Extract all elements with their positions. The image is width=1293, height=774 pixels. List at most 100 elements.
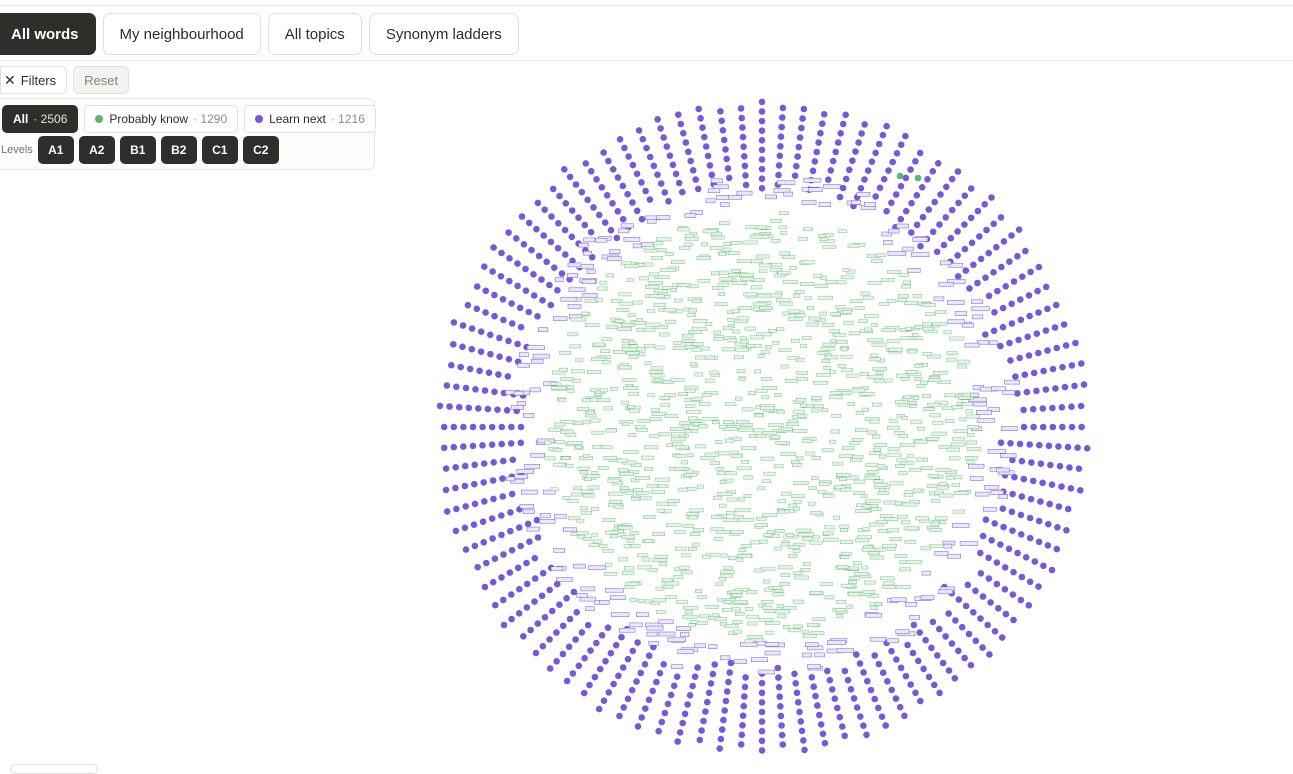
word-node-learn-next[interactable] — [896, 703, 904, 711]
word-label-probably-know[interactable] — [862, 590, 876, 594]
word-node-learn-next[interactable] — [561, 226, 569, 234]
word-label-probably-know[interactable] — [602, 518, 616, 522]
word-node-learn-next[interactable] — [1020, 423, 1028, 431]
word-node-learn-next[interactable] — [633, 678, 640, 685]
word-node-learn-next[interactable] — [582, 160, 590, 167]
word-label-probably-know[interactable] — [620, 486, 629, 490]
word-node-learn-next[interactable] — [480, 539, 488, 546]
word-label-probably-know[interactable] — [894, 501, 902, 506]
word-label-probably-know[interactable] — [692, 342, 704, 346]
word-node-learn-next[interactable] — [724, 165, 732, 172]
word-label-probably-know[interactable] — [965, 460, 975, 465]
word-label-probably-know[interactable] — [735, 396, 743, 401]
word-node-learn-next[interactable] — [825, 176, 832, 183]
word-node-learn-next[interactable] — [775, 674, 782, 681]
word-node-learn-next[interactable] — [1049, 365, 1057, 373]
word-node-learn-next[interactable] — [901, 712, 908, 720]
word-label-probably-know[interactable] — [586, 410, 595, 415]
word-node-learn-next[interactable] — [1044, 305, 1051, 313]
word-node-learn-next[interactable] — [534, 620, 542, 627]
word-node-learn-next[interactable] — [1022, 247, 1029, 255]
word-label-probably-know[interactable] — [737, 316, 750, 321]
word-node-learn-next[interactable] — [489, 477, 497, 484]
word-label-probably-know[interactable] — [600, 445, 613, 450]
word-node-learn-next[interactable] — [596, 665, 604, 673]
word-node-learn-next[interactable] — [722, 697, 730, 705]
word-label-probably-know[interactable] — [585, 474, 601, 479]
word-node-learn-next[interactable] — [958, 623, 966, 631]
word-node-learn-next[interactable] — [907, 681, 914, 688]
word-node-learn-next[interactable] — [686, 692, 694, 699]
word-label-probably-know[interactable] — [887, 528, 899, 533]
word-label-probably-know[interactable] — [822, 244, 837, 249]
word-label-probably-know[interactable] — [624, 585, 635, 589]
word-label-learn-next[interactable] — [940, 260, 952, 266]
word-label-learn-next[interactable] — [803, 177, 822, 183]
word-node-learn-next[interactable] — [972, 587, 979, 595]
word-node-learn-next[interactable] — [817, 721, 825, 728]
word-node-learn-next[interactable] — [892, 695, 900, 702]
word-label-learn-next[interactable] — [902, 246, 914, 252]
word-node-learn-next[interactable] — [928, 644, 935, 652]
word-node-learn-next[interactable] — [1029, 477, 1037, 485]
word-label-probably-know[interactable] — [682, 339, 695, 343]
word-node-learn-next[interactable] — [907, 166, 914, 173]
word-label-probably-know[interactable] — [683, 606, 699, 610]
word-node-learn-next[interactable] — [547, 301, 555, 309]
word-label-probably-know[interactable] — [652, 532, 665, 536]
word-label-probably-know[interactable] — [644, 343, 655, 348]
word-node-learn-next[interactable] — [1014, 252, 1021, 260]
word-node-learn-next[interactable] — [998, 634, 1006, 641]
word-node-learn-next[interactable] — [718, 726, 726, 733]
word-label-probably-know[interactable] — [736, 259, 752, 264]
word-node-learn-next[interactable] — [530, 271, 537, 278]
word-label-probably-know[interactable] — [562, 496, 571, 500]
word-label-learn-next[interactable] — [764, 642, 779, 647]
word-node-learn-next[interactable] — [979, 532, 987, 540]
word-label-learn-next[interactable] — [679, 632, 690, 637]
word-label-probably-know[interactable] — [872, 402, 882, 407]
word-label-probably-know[interactable] — [761, 377, 772, 381]
word-node-learn-next[interactable] — [741, 153, 748, 160]
word-label-probably-know[interactable] — [636, 491, 649, 496]
word-node-learn-next[interactable] — [1035, 349, 1042, 357]
word-label-probably-know[interactable] — [683, 524, 695, 528]
word-label-probably-know[interactable] — [788, 554, 798, 558]
word-label-probably-know[interactable] — [914, 377, 922, 381]
word-label-probably-know[interactable] — [932, 421, 943, 425]
word-label-probably-know[interactable] — [709, 370, 719, 375]
word-label-probably-know[interactable] — [665, 595, 677, 599]
word-label-probably-know[interactable] — [966, 447, 982, 451]
word-label-probably-know[interactable] — [938, 482, 947, 486]
word-node-learn-next[interactable] — [1023, 388, 1031, 396]
word-node-learn-next[interactable] — [1037, 498, 1044, 505]
word-node-learn-next[interactable] — [888, 199, 895, 207]
word-node-learn-next[interactable] — [991, 520, 998, 527]
word-label-probably-know[interactable] — [628, 313, 636, 318]
word-label-learn-next[interactable] — [513, 390, 525, 396]
word-node-learn-next[interactable] — [1017, 511, 1025, 519]
word-label-probably-know[interactable] — [740, 339, 749, 344]
word-node-learn-next[interactable] — [1008, 508, 1016, 516]
word-node-learn-next[interactable] — [977, 615, 984, 622]
word-node-learn-next[interactable] — [796, 134, 804, 141]
word-label-probably-know[interactable] — [553, 462, 566, 467]
word-label-probably-know[interactable] — [853, 479, 866, 484]
word-label-probably-know[interactable] — [859, 392, 875, 396]
word-label-probably-know[interactable] — [952, 436, 965, 441]
word-node-learn-next[interactable] — [856, 660, 864, 667]
word-label-probably-know[interactable] — [823, 537, 839, 542]
word-node-learn-next[interactable] — [505, 337, 512, 345]
word-label-learn-next[interactable] — [952, 523, 970, 528]
word-node-learn-next[interactable] — [508, 423, 515, 431]
word-label-probably-know[interactable] — [818, 234, 826, 238]
word-node-learn-next[interactable] — [999, 323, 1007, 331]
word-label-probably-know[interactable] — [822, 448, 834, 453]
word-label-learn-next[interactable] — [579, 596, 596, 602]
word-node-learn-next[interactable] — [961, 654, 968, 662]
word-label-probably-know[interactable] — [823, 366, 831, 370]
word-label-probably-know[interactable] — [696, 256, 712, 260]
word-node-learn-next[interactable] — [974, 207, 982, 215]
word-label-probably-know[interactable] — [718, 270, 729, 275]
word-label-learn-next[interactable] — [888, 228, 900, 234]
